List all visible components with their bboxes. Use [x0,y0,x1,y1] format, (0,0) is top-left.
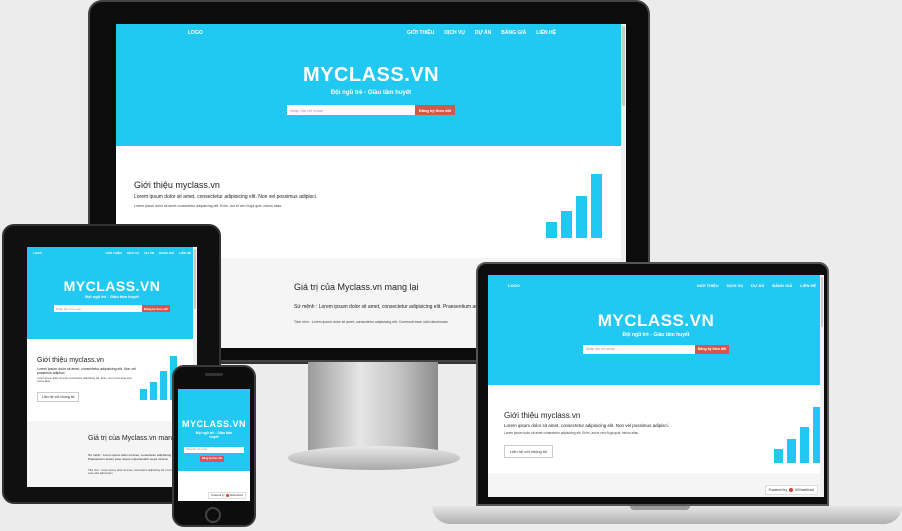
navbar: LOGO GIỚI THIỆU DỊCH VỤ DỰ ÁN BẢNG GIÁ L… [27,247,197,259]
signup-button[interactable]: Đăng ký theo dõi [200,456,225,462]
email-input[interactable]: Nhập địa chỉ email [582,345,695,354]
signup-form: Nhập địa chỉ email Đăng ký theo dõi [488,345,824,354]
about-lead: Lorem ipsum dolor sit amet, consectetur … [37,367,136,375]
bar-graphic-2 [150,381,157,400]
about-body: Lorem ipsum dolor sit amet consectetur a… [504,431,639,435]
nav-du-an[interactable]: DỰ ÁN [751,283,764,288]
nav-du-an[interactable]: DỰ ÁN [475,30,491,36]
navbar: LOGO GIỚI THIỆU DỊCH VỤ DỰ ÁN BẢNG GIÁ L… [116,24,626,42]
signup-form: Nhập địa chỉ email Đăng ký theo dõi [27,305,197,312]
bar-graphic-4 [591,174,602,238]
signup-button[interactable]: Đăng ký theo dõi [414,105,456,115]
logo[interactable]: LOGO [188,30,203,36]
hero-title: MYCLASS.VN [597,311,715,330]
hosting-brand: 000webhost [229,494,243,497]
signup-button[interactable]: Đăng ký theo dõi [694,345,730,354]
powered-by-label: Powered by [768,488,788,492]
bar-graphic-3 [576,196,587,238]
hero-section: LOGO GIỚI THIỆU DỊCH VỤ DỰ ÁN BẢNG GIÁ L… [27,247,197,339]
hero-title: MYCLASS.VN [181,419,246,429]
about-body: Lorem ipsum dolor sit amet consectetur a… [134,204,283,208]
nav-gioi-thieu[interactable]: GIỚI THIỆU [407,30,434,36]
about-title: Giới thiệu myclass.vn [134,180,220,190]
powered-by-label: Powered by [211,494,225,497]
signup-form: Nhập địa chỉ email Đăng ký theo dõi [116,105,626,115]
logo[interactable]: LOGO [508,283,520,288]
navbar: LOGO GIỚI THIỆU DỊCH VỤ DỰ ÁN BẢNG GIÁ L… [488,275,824,295]
nav-gioi-thieu[interactable]: GIỚI THIỆU [106,251,122,255]
hero-section: LOGO GIỚI THIỆU DỊCH VỤ DỰ ÁN BẢNG GIÁ L… [116,24,626,146]
hero-tagline: Đội ngũ trẻ - Giàu tâm huyết [330,90,412,96]
nav-lien-he[interactable]: LIÊN HỆ [179,251,191,255]
email-input[interactable]: Nhập địa chỉ email [53,305,142,312]
hosting-logo-icon [225,494,229,497]
laptop-screen: LOGO GIỚI THIỆU DỊCH VỤ DỰ ÁN BẢNG GIÁ L… [488,275,824,497]
hosting-widget[interactable]: Powered by 000webhost [764,485,818,495]
nav-links: GIỚI THIỆU DỊCH VỤ DỰ ÁN BẢNG GIÁ LIÊN H… [407,30,556,36]
bar-chart-graphic [546,174,602,238]
logo[interactable]: LOGO [33,251,42,255]
contact-button[interactable]: Liên hệ với chúng tôi [37,392,80,402]
nav-lien-he[interactable]: LIÊN HỆ [800,283,816,288]
bar-chart-graphic [774,407,822,463]
hero-tagline: Đội ngũ trẻ - Giàu tâm huyết [195,431,233,439]
about-title: Giới thiệu myclass.vn [37,357,104,364]
bar-graphic-1 [140,389,147,400]
values-title: Giá trị của Myclass.vn mang lại [294,282,419,292]
bar-graphic-1 [546,222,557,238]
bar-graphic-3 [800,426,809,463]
email-input[interactable]: Nhập địa chỉ email [184,447,244,453]
nav-du-an[interactable]: DỰ ÁN [144,251,154,255]
nav-lien-he[interactable]: LIÊN HỆ [536,30,556,36]
nav-dich-vu[interactable]: DỊCH VỤ [444,30,465,36]
nav-bang-gia[interactable]: BẢNG GIÁ [159,251,174,255]
nav-links: GIỚI THIỆU DỊCH VỤ DỰ ÁN BẢNG GIÁ LIÊN H… [697,283,816,288]
laptop-notch [630,506,690,510]
nav-dich-vu[interactable]: DỊCH VỤ [727,283,743,288]
hero-section: LOGO GIỚI THIỆU DỊCH VỤ DỰ ÁN BẢNG GIÁ L… [488,275,824,385]
nav-dich-vu[interactable]: DỊCH VỤ [127,251,139,255]
phone-home-button[interactable] [205,507,221,523]
nav-bang-gia[interactable]: BẢNG GIÁ [501,30,526,36]
monitor-base [288,446,460,470]
about-section: Giới thiệu myclass.vn Lorem ipsum dolor … [488,385,824,473]
about-body: Lorem ipsum dolor sit amet consectetur a… [37,377,133,383]
bar-graphic-2 [787,439,796,463]
values-title: Giá trị của Myclass.vn mang lại [88,435,185,442]
bar-graphic-2 [561,211,572,238]
hero-tagline: Đội ngũ trẻ - Giàu tâm huyết [622,332,690,338]
bar-graphic-3 [160,371,167,400]
bar-graphic-1 [774,449,783,463]
hosting-brand: 000webhost [795,488,814,492]
phone-speaker [205,373,223,376]
vision-text: Tầm nhìn : Lorem ipsum dolor sit amet, c… [88,469,177,475]
scrollbar[interactable] [820,275,824,497]
contact-button[interactable]: Liên hệ với chúng tôi [504,445,554,458]
hero-section: MYCLASS.VN Đội ngũ trẻ - Giàu tâm huyết … [178,389,250,471]
hero-title: MYCLASS.VN [63,278,161,294]
phone-screen: MYCLASS.VN Đội ngũ trẻ - Giàu tâm huyết … [178,389,250,501]
monitor-neck [308,362,438,452]
email-input[interactable]: Nhập địa chỉ email [286,105,415,115]
nav-bang-gia[interactable]: BẢNG GIÁ [772,283,792,288]
hero-title: MYCLASS.VN [302,64,440,86]
about-lead: Lorem ipsum dolor sit amet, consectetur … [134,194,318,200]
hosting-widget[interactable]: Powered by 000webhost [208,492,246,499]
hosting-logo-icon [789,488,794,492]
hero-tagline: Đội ngũ trẻ - Giàu tâm huyết [85,294,139,299]
about-title: Giới thiệu myclass.vn [504,411,581,420]
nav-gioi-thieu[interactable]: GIỚI THIỆU [697,283,719,288]
mission-text: Sứ mệnh : Lorem ipsum dolor sit amet, co… [88,453,177,461]
about-lead: Lorem ipsum dolor sit amet, consectetur … [504,423,669,428]
nav-links: GIỚI THIỆU DỊCH VỤ DỰ ÁN BẢNG GIÁ LIÊN H… [106,251,191,255]
signup-button[interactable]: Đăng ký theo dõi [141,305,171,312]
